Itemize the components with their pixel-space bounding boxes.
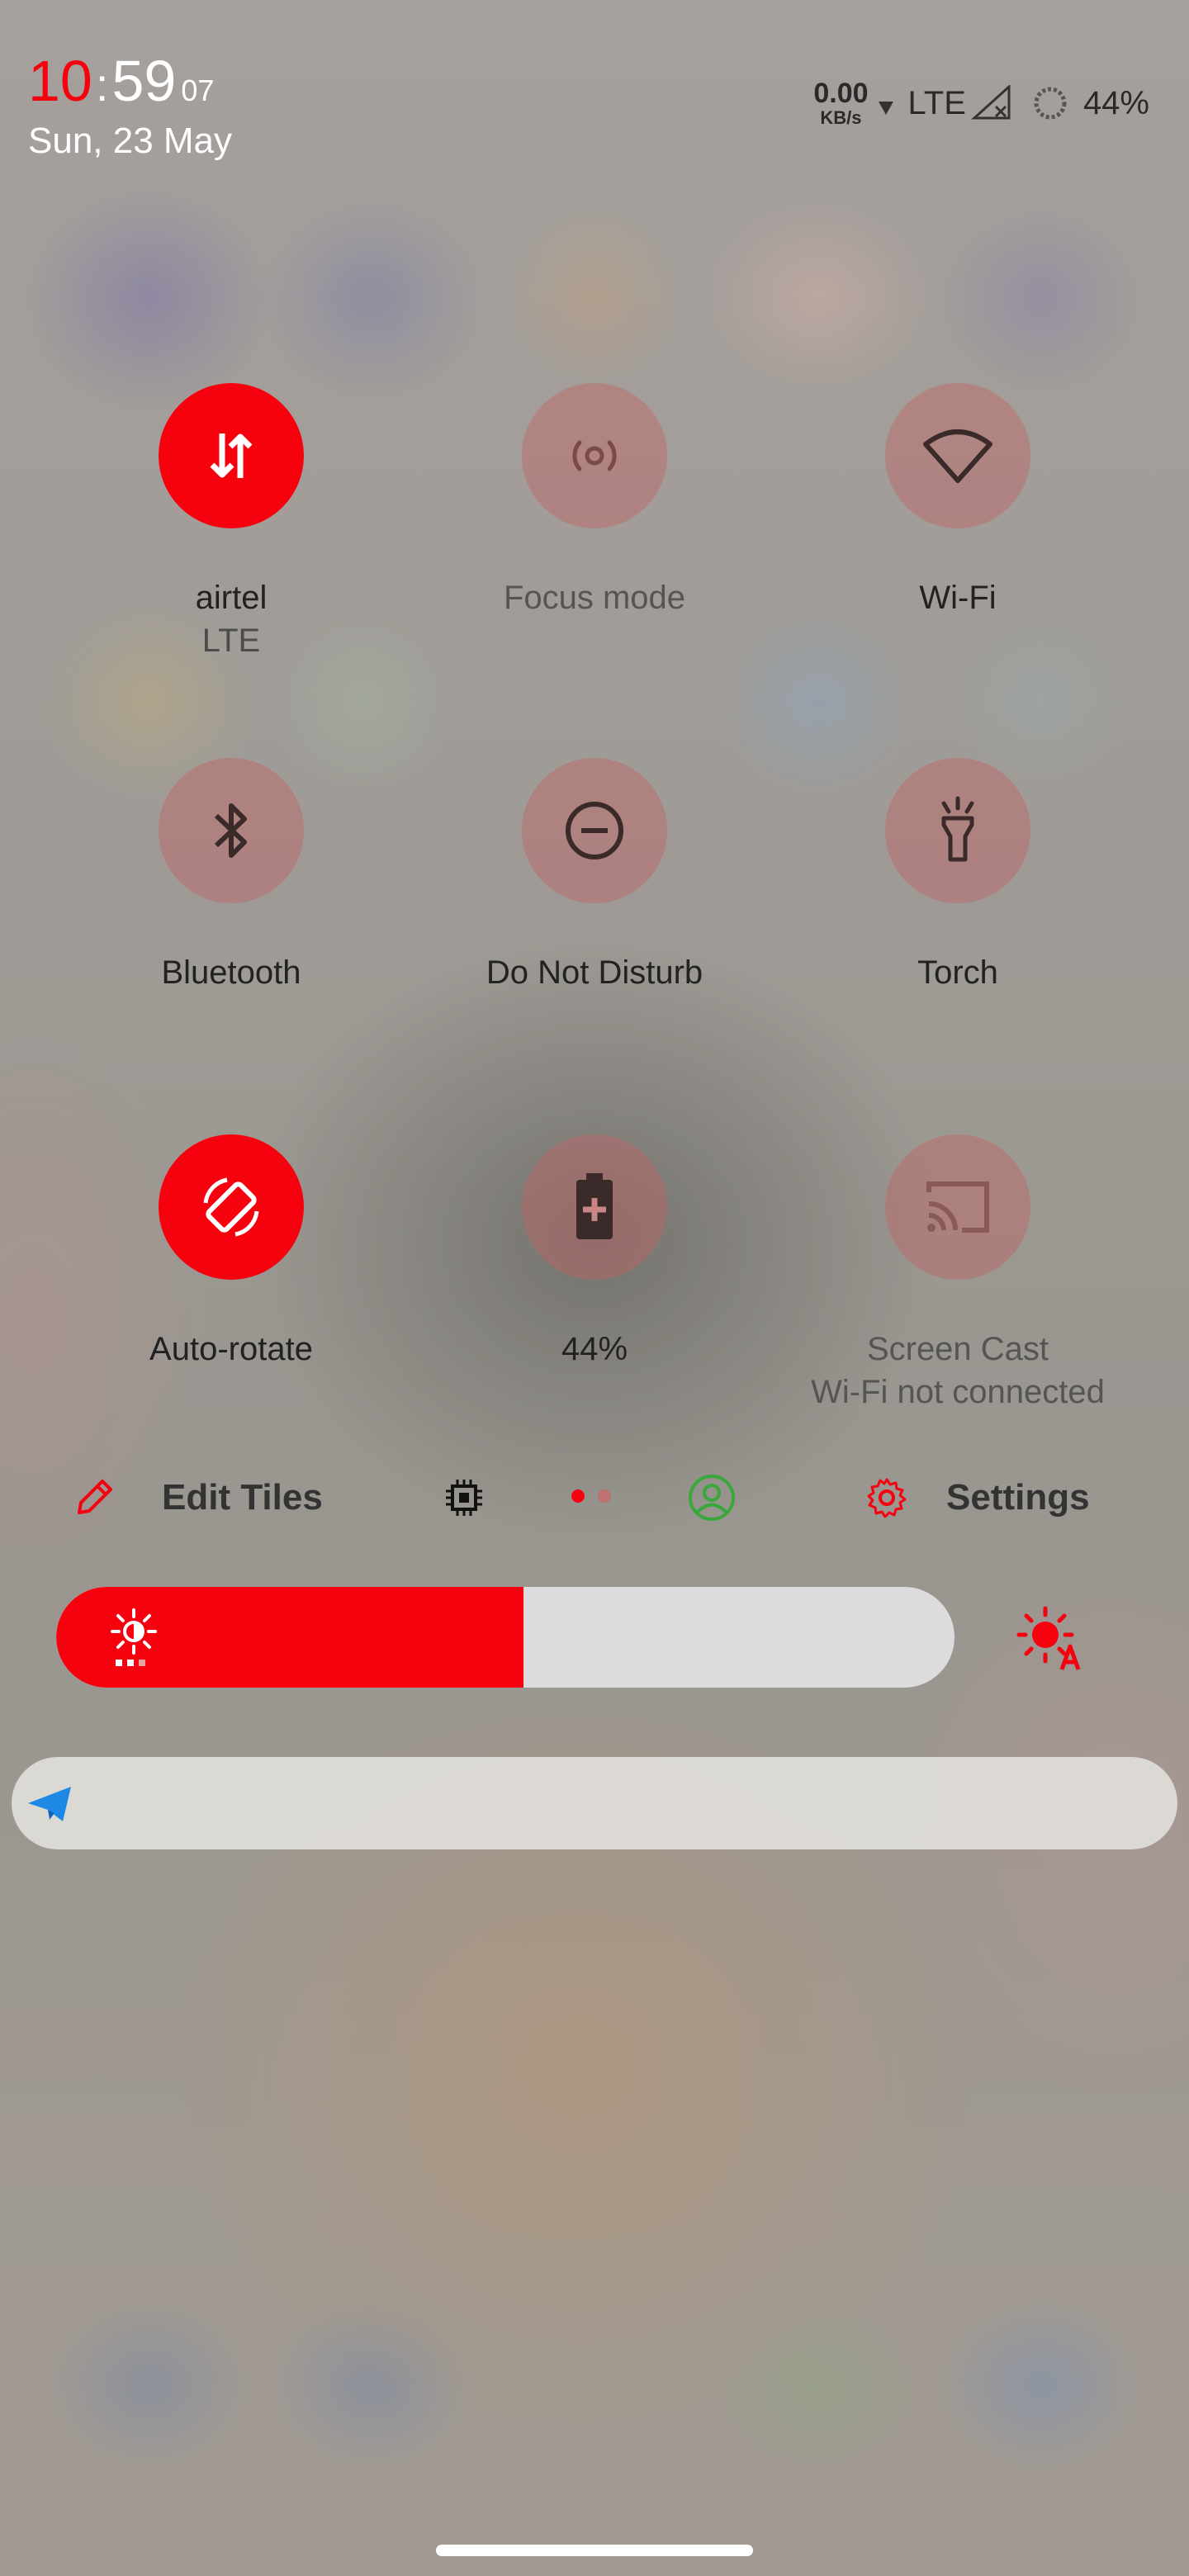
battery-saver-icon [576,1173,613,1239]
tile-do-not-disturb[interactable]: Do Not Disturb [446,758,743,992]
tile-label: Screen Cast [866,1331,1049,1367]
tile-mobile-data-button[interactable] [159,383,304,528]
tile-label: 44% [561,1331,628,1367]
tile-screen-cast-button[interactable] [885,1134,1030,1280]
tile-sublabel: Wi-Fi not connected [811,1374,1105,1410]
tile-label: Torch [917,954,998,991]
torch-icon [941,796,974,862]
tile-battery-saver-button[interactable] [522,1134,667,1280]
focus-mode-icon [572,440,617,471]
network-speed: 0.00 KB/s [813,79,868,127]
tile-label: Bluetooth [161,954,301,991]
tile-torch[interactable]: Torch [809,758,1106,992]
tile-focus-mode[interactable]: Focus mode [446,383,743,618]
clock-hour: 10 [28,49,92,113]
settings-button[interactable]: Settings [865,1476,1090,1519]
tile-label: airtel [195,580,268,616]
network-type: LTE [907,84,966,121]
media-share-bar[interactable] [12,1757,1177,1849]
cpu-chip-icon[interactable] [443,1476,486,1519]
clock-separator: : [95,59,109,111]
mobile-data-icon [210,433,253,478]
bluetooth-icon [214,803,247,858]
page-dot [598,1489,611,1503]
settings-label: Settings [946,1477,1090,1518]
user-account-icon[interactable] [687,1473,737,1522]
clock-second: 07 [181,73,215,107]
clock: 10 : 59 07 [28,48,232,124]
tile-label: Do Not Disturb [486,954,703,991]
tile-mobile-data[interactable]: airtel LTE [83,383,380,664]
signal-no-service-icon [971,85,1011,120]
edit-tiles-button[interactable]: Edit Tiles [73,1476,323,1519]
gear-icon [867,1478,907,1518]
tile-label: Wi-Fi [919,580,997,616]
tile-focus-mode-button[interactable] [522,383,667,528]
panel-footer: Edit Tiles Settings [0,1461,1189,1527]
tile-auto-rotate-button[interactable] [159,1134,304,1280]
battery-ring-icon [1034,87,1067,120]
clock-minute: 59 [111,49,177,113]
page-indicator [571,1489,624,1503]
auto-brightness-icon[interactable] [1014,1603,1090,1673]
tile-torch-button[interactable] [885,758,1030,903]
download-arrow-icon [878,102,893,115]
do-not-disturb-icon [566,802,623,859]
battery-percent: 44% [1082,84,1149,121]
tile-label: Auto-rotate [149,1331,313,1367]
send-icon[interactable] [25,1782,76,1826]
tile-battery-saver[interactable]: 44% [446,1134,743,1369]
date: Sun, 23 May [28,121,233,161]
brightness-slider[interactable] [56,1587,955,1688]
tile-wifi-button[interactable] [885,383,1030,528]
screen-cast-icon [926,1181,989,1233]
wifi-icon [923,429,992,483]
status-clock-area[interactable]: 10 : 59 07 Sun, 23 May [28,48,232,162]
tile-bluetooth[interactable]: Bluetooth [83,758,380,992]
brightness-icon [111,1608,157,1666]
tile-bluetooth-button[interactable] [159,758,304,903]
tile-label: Focus mode [503,580,686,616]
tile-auto-rotate[interactable]: Auto-rotate [83,1134,380,1369]
pencil-icon [78,1480,112,1514]
tile-screen-cast[interactable]: Screen Cast Wi-Fi not connected [809,1134,1106,1415]
tile-sublabel: LTE [201,623,261,659]
navigation-gesture-handle[interactable] [436,2545,753,2556]
page-dot-active [571,1489,585,1503]
tile-wifi[interactable]: Wi-Fi [809,383,1106,618]
tile-do-not-disturb-button[interactable] [522,758,667,903]
status-icons: 0.00 KB/s LTE 44% [813,79,1149,127]
network-speed-unit: KB/s [820,107,862,128]
edit-tiles-label: Edit Tiles [162,1477,323,1518]
auto-rotate-icon [203,1177,259,1237]
network-speed-value: 0.00 [813,78,869,109]
